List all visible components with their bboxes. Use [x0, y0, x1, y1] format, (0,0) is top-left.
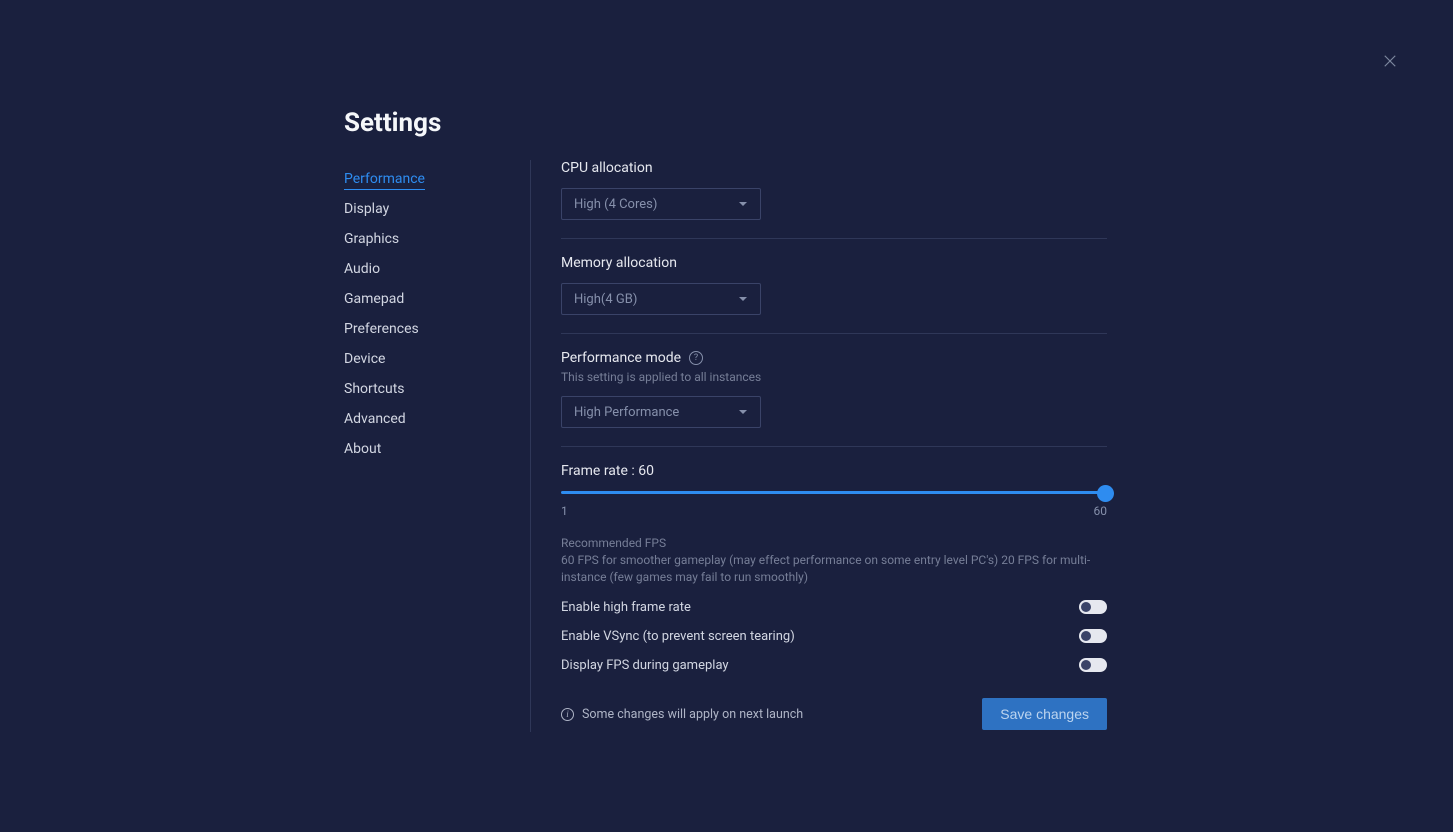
sidebar-item-shortcuts[interactable]: Shortcuts — [344, 374, 509, 404]
sidebar-item-display[interactable]: Display — [344, 194, 509, 224]
performance-mode-label: Performance mode ? — [561, 350, 1107, 366]
footer: i Some changes will apply on next launch… — [561, 698, 1107, 730]
sidebar-item-audio[interactable]: Audio — [344, 254, 509, 284]
vertical-divider — [530, 160, 531, 732]
framerate-label: Frame rate : 60 — [561, 463, 1107, 479]
caret-down-icon — [738, 294, 748, 304]
toggle-knob — [1081, 660, 1091, 670]
close-button[interactable] — [1381, 52, 1401, 72]
framerate-section: Frame rate : 60 1 60 Recommended FPS 60 … — [561, 463, 1107, 673]
footer-note: i Some changes will apply on next launch — [561, 707, 803, 722]
cpu-select[interactable]: High (4 Cores) — [561, 188, 761, 220]
settings-main: CPU allocation High (4 Cores) Memory all… — [561, 160, 1107, 673]
toggle-vsync-label: Enable VSync (to prevent screen tearing) — [561, 629, 795, 644]
recommended-fps-heading: Recommended FPS — [561, 536, 1107, 550]
page-title: Settings — [344, 108, 441, 138]
cpu-select-value: High (4 Cores) — [574, 197, 657, 212]
caret-down-icon — [738, 407, 748, 417]
memory-select[interactable]: High(4 GB) — [561, 283, 761, 315]
framerate-max: 60 — [1094, 504, 1108, 518]
info-icon: i — [561, 708, 574, 721]
toggle-vsync[interactable] — [1079, 629, 1107, 643]
sidebar-item-advanced[interactable]: Advanced — [344, 404, 509, 434]
toggle-display-fps-label: Display FPS during gameplay — [561, 658, 729, 673]
toggle-display-fps[interactable] — [1079, 658, 1107, 672]
cpu-label: CPU allocation — [561, 160, 1107, 176]
save-changes-button[interactable]: Save changes — [982, 698, 1107, 730]
sidebar-item-device[interactable]: Device — [344, 344, 509, 374]
toggle-high-fps[interactable] — [1079, 600, 1107, 614]
sidebar-item-about[interactable]: About — [344, 434, 509, 464]
performance-mode-section: Performance mode ? This setting is appli… — [561, 350, 1107, 447]
settings-sidebar: Performance Display Graphics Audio Gamep… — [344, 164, 509, 464]
caret-down-icon — [738, 199, 748, 209]
memory-section: Memory allocation High(4 GB) — [561, 255, 1107, 334]
help-icon[interactable]: ? — [689, 351, 703, 365]
performance-mode-select-value: High Performance — [574, 405, 679, 420]
performance-mode-subtitle: This setting is applied to all instances — [561, 370, 1107, 384]
sidebar-item-graphics[interactable]: Graphics — [344, 224, 509, 254]
performance-mode-select[interactable]: High Performance — [561, 396, 761, 428]
cpu-section: CPU allocation High (4 Cores) — [561, 160, 1107, 239]
toggle-knob — [1081, 602, 1091, 612]
sidebar-item-gamepad[interactable]: Gamepad — [344, 284, 509, 314]
framerate-slider[interactable] — [561, 491, 1107, 494]
recommended-fps-body: 60 FPS for smoother gameplay (may effect… — [561, 552, 1107, 586]
framerate-min: 1 — [561, 504, 568, 518]
sidebar-item-preferences[interactable]: Preferences — [344, 314, 509, 344]
toggle-high-fps-label: Enable high frame rate — [561, 600, 691, 615]
memory-label: Memory allocation — [561, 255, 1107, 271]
sidebar-item-performance[interactable]: Performance — [344, 164, 509, 194]
framerate-slider-thumb[interactable] — [1097, 485, 1114, 502]
memory-select-value: High(4 GB) — [574, 292, 637, 307]
toggle-knob — [1081, 631, 1091, 641]
